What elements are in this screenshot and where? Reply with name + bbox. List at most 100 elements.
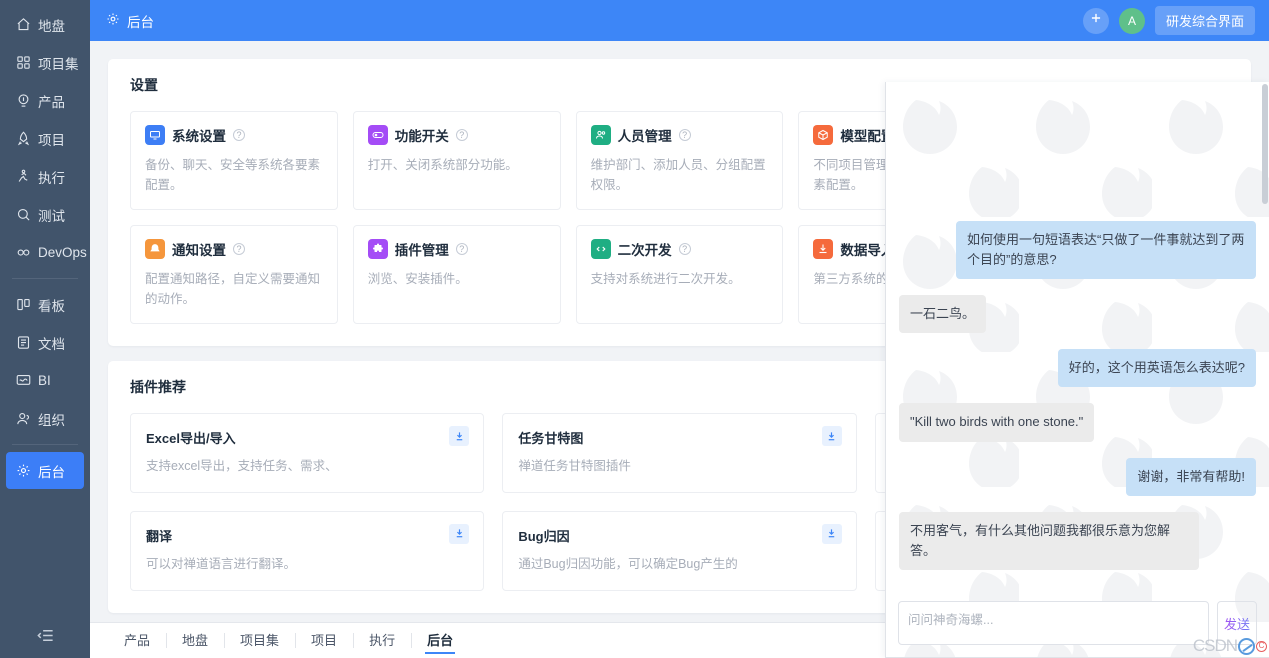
card-header: 功能开关 ? bbox=[367, 125, 546, 145]
sidebar-item-bi[interactable]: BI bbox=[6, 362, 84, 399]
card-description: 备份、聊天、安全等系统各要素配置。 bbox=[145, 158, 321, 192]
sidebar-item-wendang[interactable]: 文档 bbox=[6, 324, 84, 361]
sidebar-item-label: 后台 bbox=[38, 464, 65, 480]
help-icon[interactable]: ? bbox=[678, 129, 691, 141]
download-icon[interactable] bbox=[449, 523, 470, 544]
card-title: 功能开关 bbox=[394, 129, 449, 144]
home-icon bbox=[15, 17, 31, 33]
bottom-tab-chanpin[interactable]: 产品 bbox=[108, 624, 166, 658]
sidebar-item-label: 执行 bbox=[38, 170, 65, 186]
page-title: 后台 bbox=[127, 14, 154, 30]
sidebar-item-ceshi[interactable]: 测试 bbox=[6, 196, 84, 233]
download-icon[interactable] bbox=[821, 426, 842, 446]
setting-card-system[interactable]: 系统设置 ? 备份、聊天、安全等系统各要素配置。 bbox=[130, 111, 338, 210]
card-title: 二次开发 bbox=[617, 243, 672, 258]
bottom-tab-xiangmuji[interactable]: 项目集 bbox=[224, 624, 295, 658]
bell-icon bbox=[145, 239, 165, 259]
card-title: 人员管理 bbox=[617, 129, 672, 144]
plugin-title: 翻译 bbox=[146, 528, 173, 544]
sidebar-item-xiangmuji[interactable]: 项目集 bbox=[6, 44, 84, 81]
plugin-card-excel[interactable]: Excel导出/导入 支持excel导出，支持任务、需求、 bbox=[130, 413, 485, 493]
setting-card-secondary-dev[interactable]: 二次开发 ? 支持对系统进行二次开发。 bbox=[575, 225, 784, 324]
bottom-tab-houtai[interactable]: 后台 bbox=[411, 624, 469, 658]
sidebar-item-kanban[interactable]: 看板 bbox=[6, 286, 84, 323]
chat-bubble: 如何使用一句短语表达“只做了一件事就达到了两个目的”的意思? bbox=[956, 220, 1256, 280]
chat-scrollbar[interactable] bbox=[1262, 84, 1268, 204]
chat-bubble: "Kill two birds with one stone." bbox=[899, 403, 1095, 442]
sidebar-item-label: 测试 bbox=[38, 208, 65, 224]
setting-card-personnel[interactable]: 人员管理 ? 维护部门、添加人员、分组配置权限。 bbox=[575, 111, 784, 210]
bottom-tab-zhixing[interactable]: 执行 bbox=[353, 624, 411, 658]
setting-card-notification[interactable]: 通知设置 ? 配置通知路径，自定义需要通知的动作。 bbox=[130, 225, 338, 324]
sidebar-item-label: 地盘 bbox=[38, 18, 65, 34]
chat-bubble: 好的，这个用英语怎么表达呢? bbox=[1057, 349, 1256, 388]
add-button[interactable] bbox=[1082, 7, 1109, 34]
collapse-menu-icon bbox=[35, 625, 55, 645]
bottom-tab-diban[interactable]: 地盘 bbox=[166, 624, 224, 658]
plugin-card-bug-attribution[interactable]: Bug归因 通过Bug归因功能，可以确定Bug产生的 bbox=[502, 510, 857, 591]
help-icon[interactable]: ? bbox=[233, 243, 245, 255]
workspace-switcher-button[interactable]: 研发综合界面 bbox=[1154, 6, 1255, 35]
document-icon bbox=[15, 335, 31, 351]
help-icon[interactable]: ? bbox=[455, 243, 468, 255]
help-icon[interactable]: ? bbox=[233, 129, 245, 141]
plugin-panel-title: 插件推荐 bbox=[130, 379, 186, 395]
sidebar-item-houtai[interactable]: 后台 bbox=[6, 452, 84, 489]
sidebar-item-devops[interactable]: DevOps bbox=[6, 234, 87, 271]
plugin-description: 禅道任务甘特图插件 bbox=[518, 459, 631, 473]
toggle-icon bbox=[367, 125, 388, 145]
code-icon bbox=[590, 239, 611, 259]
download-icon[interactable] bbox=[449, 426, 470, 446]
chat-message-list[interactable]: 如何使用一句短语表达“只做了一件事就达到了两个目的”的意思? 一石二鸟。 好的，… bbox=[886, 82, 1269, 592]
run-icon bbox=[15, 169, 31, 185]
sidebar-item-label: 项目 bbox=[38, 132, 65, 148]
chat-message-bot: 一石二鸟。 bbox=[899, 295, 1256, 334]
chat-message-bot: "Kill two birds with one stone." bbox=[899, 403, 1256, 442]
sidebar-item-label: 产品 bbox=[38, 94, 65, 110]
card-description: 维护部门、添加人员、分组配置权限。 bbox=[590, 158, 766, 192]
plugin-description: 通过Bug归因功能，可以确定Bug产生的 bbox=[518, 556, 738, 571]
sidebar-item-zuzhi[interactable]: 组织 bbox=[6, 400, 84, 437]
help-icon[interactable]: ? bbox=[678, 243, 691, 255]
sidebar-item-label: DevOps bbox=[38, 245, 87, 260]
infinity-icon bbox=[15, 245, 31, 261]
card-header: 人员管理 ? bbox=[590, 125, 769, 145]
setting-card-plugin[interactable]: 插件管理 ? 浏览、安装插件。 bbox=[352, 225, 561, 324]
plugin-card-translate[interactable]: 翻译 可以对禅道语言进行翻译。 bbox=[130, 510, 485, 591]
sidebar-collapse-button[interactable] bbox=[0, 612, 90, 658]
bottom-tab-xiangmu[interactable]: 项目 bbox=[295, 624, 353, 658]
chat-message-bot: 不用客气，有什么其他问题我都很乐意为您解答。 bbox=[899, 511, 1256, 570]
sidebar-item-diban[interactable]: 地盘 bbox=[6, 6, 84, 43]
users-icon bbox=[590, 125, 611, 145]
setting-card-feature-switch[interactable]: 功能开关 ? 打开、关闭系统部分功能。 bbox=[352, 111, 561, 210]
content-area: 设置 系统设置 ? 备份、聊天、安全等系统各要素配置。 功能开关 ? 打开、关闭… bbox=[90, 41, 1269, 658]
sidebar-divider-1 bbox=[12, 278, 78, 279]
import-icon bbox=[813, 239, 834, 259]
help-icon[interactable]: ? bbox=[455, 129, 468, 141]
chat-input[interactable] bbox=[898, 601, 1209, 645]
sidebar-item-chanpin[interactable]: 产品 bbox=[6, 82, 84, 119]
send-button[interactable]: 发送 bbox=[1217, 601, 1257, 645]
card-header: 插件管理 ? bbox=[367, 239, 546, 259]
chat-message-user: 谢谢，非常有帮助! bbox=[899, 457, 1256, 496]
sidebar-item-zhixing[interactable]: 执行 bbox=[6, 158, 84, 195]
bulb-icon bbox=[15, 93, 31, 109]
avatar-initial: A bbox=[1127, 13, 1136, 28]
grid-icon bbox=[15, 55, 31, 71]
download-icon[interactable] bbox=[821, 523, 842, 544]
card-header: 二次开发 ? bbox=[590, 239, 769, 259]
sidebar-item-label: 看板 bbox=[38, 298, 65, 314]
chat-bubble: 一石二鸟。 bbox=[899, 295, 987, 334]
chat-composer: 发送 bbox=[886, 592, 1269, 657]
sidebar-item-label: BI bbox=[38, 373, 51, 388]
avatar[interactable]: A bbox=[1118, 7, 1145, 34]
kanban-icon bbox=[15, 297, 31, 313]
sidebar-item-xiangmu[interactable]: 项目 bbox=[6, 120, 84, 157]
display-icon bbox=[145, 125, 165, 145]
people-icon bbox=[15, 411, 31, 427]
monitor-icon bbox=[15, 373, 31, 389]
chat-bubble: 不用客气，有什么其他问题我都很乐意为您解答。 bbox=[899, 511, 1199, 570]
plugin-card-gantt[interactable]: 任务甘特图 禅道任务甘特图插件 bbox=[502, 413, 857, 493]
plugin-title: Excel导出/导入 bbox=[146, 431, 236, 446]
card-description: 配置通知路径，自定义需要通知的动作。 bbox=[145, 272, 321, 306]
